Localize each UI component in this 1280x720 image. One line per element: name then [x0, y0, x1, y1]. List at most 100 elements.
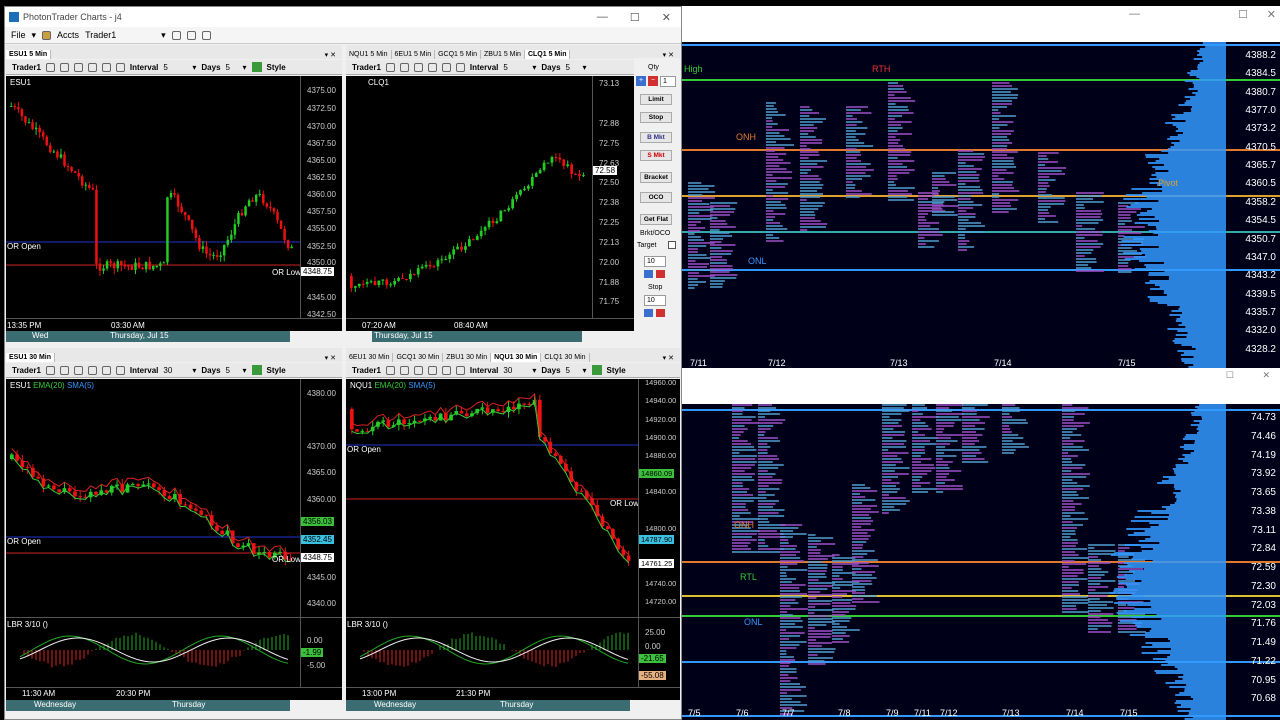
draw-icon[interactable] [413, 62, 423, 72]
file-menu[interactable]: File [11, 30, 26, 40]
draw-icon[interactable] [73, 365, 83, 375]
bar-chart-icon[interactable] [399, 62, 409, 72]
stop-input[interactable]: 10 [644, 295, 666, 306]
qty-increase-button[interactable]: + [636, 76, 646, 86]
tab-nqu1-5min[interactable]: NQU1 5 Min [346, 50, 392, 59]
layout-icon[interactable] [201, 30, 211, 40]
color-swatch[interactable] [251, 365, 262, 375]
interval-select[interactable]: 5 [163, 63, 187, 72]
qty-input[interactable]: 1 [660, 76, 676, 87]
get-flat-button[interactable]: Get Flat [640, 214, 672, 225]
pane2-date-scrollbar[interactable]: Thursday, Jul 15 [372, 331, 582, 342]
stop-decrease-button[interactable] [656, 309, 665, 317]
export-icon[interactable] [441, 365, 451, 375]
tab-clq1-30min[interactable]: CLQ1 30 Min [541, 353, 590, 362]
draw-icon[interactable] [73, 62, 83, 72]
style-button[interactable]: Style [267, 63, 286, 72]
tab-6eu1-30min[interactable]: 6EU1 30 Min [346, 353, 394, 362]
close-button[interactable]: ✕ [662, 11, 671, 24]
tab-zbu1-5min[interactable]: ZBU1 5 Min [481, 50, 525, 59]
tab-clq1-5min[interactable]: CLQ1 5 Min [524, 50, 571, 59]
sell-market-button[interactable]: S Mkt [640, 150, 672, 161]
style-button[interactable]: Style [607, 366, 626, 375]
tab-esu1-5min[interactable]: ESU1 5 Min [6, 50, 52, 59]
account-label[interactable]: Trader1 [12, 366, 41, 375]
days-select[interactable]: 5 [226, 63, 238, 72]
days-select[interactable]: 5 [566, 366, 578, 375]
crosshair-icon[interactable] [45, 365, 55, 375]
image-icon[interactable] [87, 62, 97, 72]
settings-icon[interactable] [455, 62, 465, 72]
target-checkbox[interactable] [668, 241, 676, 249]
grid-icon[interactable] [186, 30, 196, 40]
interval-select[interactable]: 30 [503, 366, 527, 375]
tab-menu-icon[interactable]: ▾ ✕ [663, 354, 680, 362]
crosshair-icon[interactable] [45, 62, 55, 72]
color-swatch[interactable] [591, 365, 602, 375]
buy-market-button[interactable]: B Mkt [640, 132, 672, 143]
export-icon[interactable] [101, 62, 111, 72]
export-icon[interactable] [101, 365, 111, 375]
target-increase-button[interactable] [644, 270, 653, 278]
pane2-chart[interactable]: CLQ1 [346, 76, 592, 318]
interval-select[interactable]: 5 [503, 63, 527, 72]
bar-chart-icon[interactable] [59, 62, 69, 72]
pane1-chart[interactable]: ESU1 OR Open OR Low [6, 76, 300, 318]
settings-icon[interactable] [455, 365, 465, 375]
style-button[interactable]: Style [267, 366, 286, 375]
stop-increase-button[interactable] [644, 309, 653, 317]
minimize-button[interactable]: — [1129, 8, 1140, 20]
bracket-button[interactable]: Bracket [640, 172, 672, 183]
image-icon[interactable] [87, 365, 97, 375]
minimize-button[interactable]: — [597, 11, 608, 24]
tab-zbu1-30min[interactable]: ZBU1 30 Min [443, 353, 492, 362]
tab-6eu1-5min[interactable]: 6EU1 5 Min [392, 50, 436, 59]
crosshair-icon[interactable] [385, 62, 395, 72]
close-button[interactable]: ✕ [1262, 370, 1270, 381]
maximize-button[interactable]: ☐ [1226, 370, 1234, 381]
stop-button[interactable]: Stop [640, 112, 672, 123]
account-label[interactable]: Trader1 [352, 63, 381, 72]
maximize-button[interactable]: ☐ [1238, 8, 1248, 21]
market-profile-cl[interactable]: ☐ ✕ ONH RTL ONL 74.73 74.46 74.19 73.92 73.6… [682, 368, 1280, 720]
pane3-chart[interactable]: ESU1 EMA(20) SMA(5) OR Open OR Low [6, 379, 300, 617]
oco-button[interactable]: OCO [640, 192, 672, 203]
limit-button[interactable]: Limit [640, 94, 672, 105]
account-label[interactable]: Trader1 [12, 63, 41, 72]
pane3-date-scrollbar[interactable]: Wednesday Thursday [6, 700, 290, 711]
tab-esu1-30min[interactable]: ESU1 30 Min [6, 353, 56, 362]
account-label[interactable]: Trader1 [352, 366, 381, 375]
tab-nqu1-30min[interactable]: NQU1 30 Min [491, 353, 542, 362]
target-decrease-button[interactable] [656, 270, 665, 278]
bar-chart-icon[interactable] [399, 365, 409, 375]
image-icon[interactable] [427, 62, 437, 72]
image-icon[interactable] [427, 365, 437, 375]
account-select[interactable]: Trader1 [85, 30, 155, 40]
interval-select[interactable]: 30 [163, 366, 187, 375]
settings-icon[interactable] [115, 365, 125, 375]
pane3-indicator[interactable]: LBR 3/10 () [6, 617, 300, 687]
crosshair-icon[interactable] [385, 365, 395, 375]
color-swatch[interactable] [251, 62, 262, 72]
draw-icon[interactable] [413, 365, 423, 375]
search-icon[interactable] [171, 30, 181, 40]
tab-menu-icon[interactable]: ▾ ✕ [325, 354, 342, 362]
close-button[interactable]: ✕ [1267, 8, 1276, 21]
pane4-indicator[interactable]: LBR 3/10 () [346, 617, 638, 687]
maximize-button[interactable]: ☐ [630, 11, 640, 24]
bar-chart-icon[interactable] [59, 365, 69, 375]
tab-gcq1-5min[interactable]: GCQ1 5 Min [435, 50, 481, 59]
qty-decrease-button[interactable]: − [648, 76, 658, 86]
settings-icon[interactable] [115, 62, 125, 72]
target-input[interactable]: 10 [644, 256, 666, 267]
tab-gcq1-30min[interactable]: GCQ1 30 Min [393, 353, 444, 362]
pane4-date-scrollbar[interactable]: Wednesday Thursday [346, 700, 630, 711]
pane4-chart[interactable]: NQU1 EMA(20) SMA(5) OR Open OR Low [346, 379, 638, 617]
market-profile-es[interactable]: — ☐ ✕ High RTH ONH Pivot ONL 4388.2 4384.… [682, 6, 1280, 370]
tab-menu-icon[interactable]: ▾ ✕ [325, 51, 342, 59]
export-icon[interactable] [441, 62, 451, 72]
days-select[interactable]: 5 [566, 63, 578, 72]
pane1-date-scrollbar[interactable]: Wed Thursday, Jul 15 [6, 331, 290, 342]
volume-profile-bar [1184, 80, 1226, 82]
days-select[interactable]: 5 [226, 366, 238, 375]
